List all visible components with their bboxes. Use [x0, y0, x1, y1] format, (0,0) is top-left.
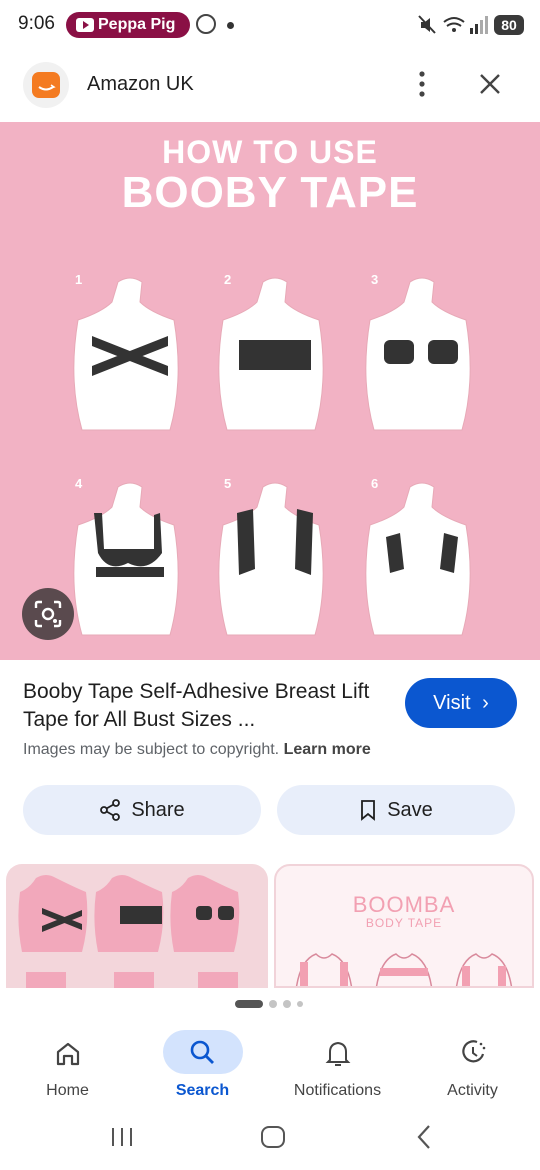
media-pill[interactable]: Peppa Pig	[66, 12, 190, 38]
activity-icon	[433, 1030, 513, 1074]
tape-step-figure	[70, 272, 190, 442]
tape-step-figure	[362, 272, 482, 442]
battery-indicator: 80	[494, 15, 524, 35]
nav-home-label: Home	[46, 1082, 89, 1099]
lens-icon	[34, 600, 62, 628]
save-label: Save	[387, 798, 433, 821]
tape-step-figure	[70, 477, 190, 647]
step-number: 6	[371, 476, 379, 491]
image-heading-line2: BOOBY TAPE	[121, 168, 419, 217]
step-number: 4	[75, 476, 83, 491]
status-time: 9:06	[18, 13, 55, 34]
result-image[interactable]: HOW TO USE BOOBY TAPE 1 2 3 4 5 6	[0, 122, 540, 660]
home-icon	[28, 1030, 108, 1074]
bell-icon	[298, 1030, 378, 1074]
related-image[interactable]: BOOMBA BODY TAPE	[274, 864, 534, 988]
bottom-navigation: Home Search Notifications Activity	[0, 1018, 540, 1118]
related-image-figures	[18, 875, 240, 988]
nav-activity[interactable]: Activity	[405, 1018, 540, 1118]
system-navigation-bar	[0, 1118, 540, 1170]
nfc-icon	[196, 14, 216, 34]
media-pill-label: Peppa Pig	[98, 16, 176, 33]
mute-icon	[418, 15, 436, 34]
connectivity-icons	[418, 15, 488, 34]
page-indicator	[235, 1000, 303, 1008]
image-heading-line1: HOW TO USE	[162, 134, 378, 170]
related-image-figures	[295, 953, 513, 986]
search-icon	[162, 1030, 243, 1074]
nav-search-label: Search	[175, 1082, 230, 1099]
back-icon[interactable]	[414, 1124, 434, 1150]
nav-notifications[interactable]: Notifications	[270, 1018, 405, 1118]
bookmark-icon	[361, 800, 376, 821]
share-button[interactable]: Share	[23, 785, 261, 835]
lens-button[interactable]	[22, 588, 74, 640]
share-icon	[100, 799, 121, 821]
share-label: Share	[131, 798, 185, 821]
nav-notifications-label: Notifications	[293, 1082, 382, 1099]
more-vert-icon[interactable]	[410, 68, 434, 100]
nav-search[interactable]: Search	[135, 1018, 270, 1118]
related-image[interactable]	[6, 864, 268, 988]
source-title: Amazon UK	[87, 73, 194, 95]
visit-button[interactable]: Visit ›	[405, 678, 517, 728]
related-brand-title: BOOMBA	[352, 892, 456, 917]
result-title[interactable]: Booby Tape Self-Adhesive Breast Lift Tap…	[23, 678, 383, 734]
learn-more-link[interactable]: Learn more	[284, 741, 371, 758]
tape-step-figure	[215, 477, 335, 647]
nav-activity-label: Activity	[447, 1082, 498, 1099]
copyright-text: Images may be subject to copyright.	[23, 741, 280, 758]
step-number: 1	[75, 272, 83, 287]
step-number: 3	[371, 272, 379, 287]
tape-step-figure	[215, 272, 335, 442]
save-button[interactable]: Save	[277, 785, 515, 835]
copyright-notice: Images may be subject to copyright. Lear…	[23, 741, 371, 759]
related-brand-subtitle: BODY TAPE	[365, 916, 443, 930]
recent-apps-icon[interactable]	[110, 1126, 134, 1148]
amazon-logo	[23, 62, 69, 108]
nav-home[interactable]: Home	[0, 1018, 135, 1118]
notification-dot-icon	[227, 22, 234, 29]
amazon-logo-icon	[32, 72, 60, 98]
top-app-bar: Amazon UK	[0, 58, 540, 114]
visit-label: Visit	[433, 691, 471, 714]
home-button-icon[interactable]	[260, 1125, 286, 1149]
status-bar: 9:06 Peppa Pig 80	[0, 0, 540, 50]
tape-step-figure	[362, 477, 482, 647]
youtube-icon	[76, 18, 94, 32]
wifi-icon	[443, 17, 465, 32]
close-icon[interactable]	[476, 70, 504, 98]
chevron-right-icon: ›	[482, 691, 489, 714]
step-number: 5	[224, 476, 232, 491]
signal-icon	[470, 16, 488, 34]
step-number: 2	[224, 272, 232, 287]
